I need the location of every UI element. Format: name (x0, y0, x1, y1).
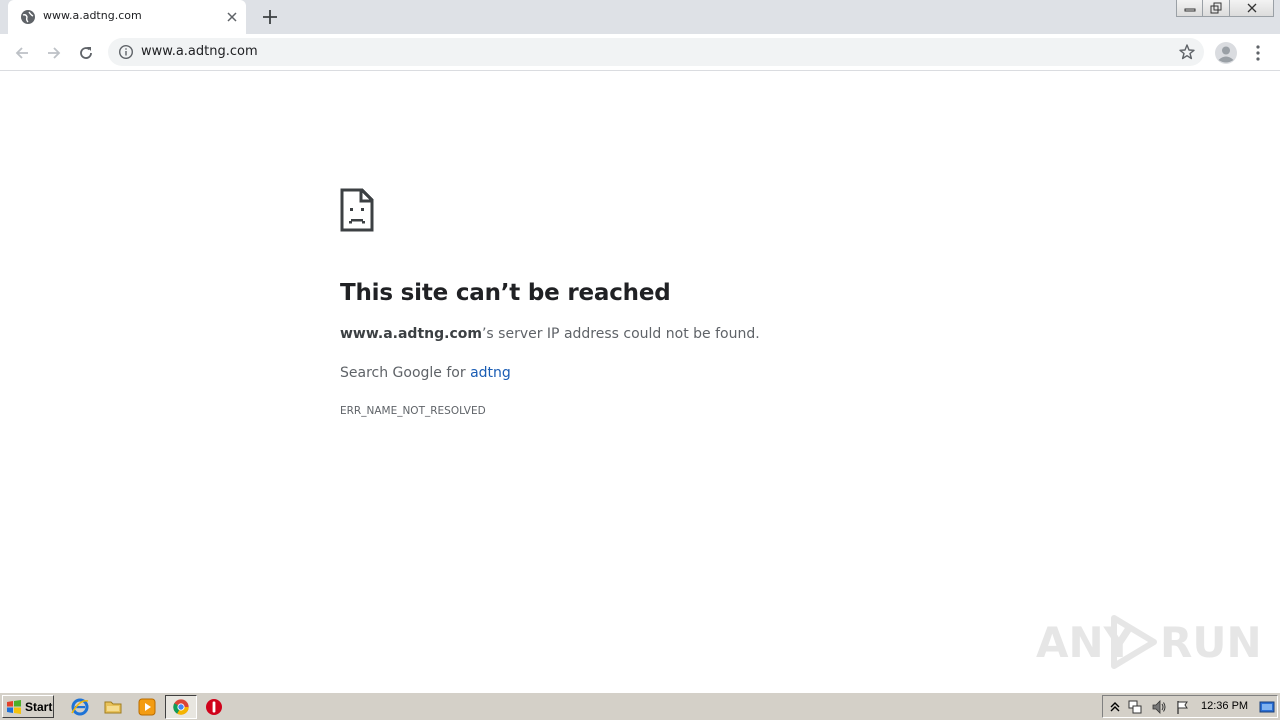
show-desktop-icon[interactable] (1259, 699, 1275, 715)
plus-icon[interactable] (260, 7, 280, 27)
taskbar: Start 12:36 PM (0, 692, 1280, 720)
back-button[interactable] (10, 41, 34, 65)
search-link[interactable]: adtng (470, 365, 511, 381)
system-tray: 12:36 PM (1102, 695, 1278, 718)
volume-icon[interactable] (1151, 699, 1167, 715)
minimize-icon (1184, 8, 1195, 12)
reload-icon (80, 47, 92, 59)
network-icon[interactable] (1127, 699, 1143, 715)
error-title: This site can’t be reached (340, 280, 671, 306)
search-suggestion: Search Google for adtng (340, 365, 511, 381)
search-prefix: Search Google for (340, 365, 471, 381)
window-controls (1176, 0, 1274, 18)
restore-button[interactable] (1203, 0, 1230, 17)
window-close-button[interactable] (1230, 0, 1274, 17)
forward-button[interactable] (42, 41, 66, 65)
error-description: www.a.adtng.com’s server IP address coul… (340, 326, 760, 342)
browser-tab[interactable]: www.a.adtng.com (8, 0, 246, 34)
arrow-up-icon[interactable] (1107, 699, 1123, 715)
star-icon[interactable] (1178, 43, 1196, 61)
info-icon[interactable] (118, 44, 134, 60)
watermark-text-right: RUN (1160, 618, 1262, 667)
forward-arrow-icon (48, 47, 61, 59)
windows-logo-icon (7, 699, 21, 714)
error-description-text: ’s server IP address could not be found. (481, 326, 760, 342)
restore-icon (1210, 2, 1222, 14)
menu-button[interactable] (1248, 41, 1268, 65)
close-icon[interactable] (224, 9, 240, 25)
url-text[interactable]: www.a.adtng.com (141, 44, 258, 59)
browser-toolbar: www.a.adtng.com (0, 34, 1280, 71)
sad-page-icon (340, 188, 374, 232)
error-code: ERR_NAME_NOT_RESOLVED (340, 405, 486, 417)
taskbar-clock[interactable]: 12:36 PM (1201, 700, 1248, 712)
error-domain: www.a.adtng.com (340, 326, 482, 342)
anyrun-watermark: ANY RUN (1036, 610, 1262, 674)
play-icon (1111, 615, 1157, 669)
folder-icon[interactable] (103, 697, 123, 717)
chrome-task-button[interactable] (165, 695, 197, 719)
reload-button[interactable] (74, 41, 98, 65)
chrome-icon (173, 699, 189, 715)
error-page: This site can’t be reached www.a.adtng.c… (0, 72, 1280, 692)
close-icon (1247, 3, 1256, 13)
minimize-button[interactable] (1176, 0, 1203, 17)
ie-icon[interactable] (70, 697, 90, 717)
tab-strip: www.a.adtng.com (0, 0, 1280, 34)
globe-icon (21, 10, 35, 24)
tab-title: www.a.adtng.com (43, 9, 142, 22)
stop-icon[interactable] (204, 697, 224, 717)
media-player-icon[interactable] (137, 697, 157, 717)
kebab-menu-icon (1256, 45, 1260, 61)
back-arrow-icon (15, 47, 28, 59)
start-button[interactable]: Start (2, 695, 54, 718)
flag-icon[interactable] (1175, 699, 1191, 715)
start-label: Start (25, 699, 53, 714)
profile-icon[interactable] (1214, 41, 1238, 65)
address-bar[interactable]: www.a.adtng.com (108, 38, 1204, 66)
